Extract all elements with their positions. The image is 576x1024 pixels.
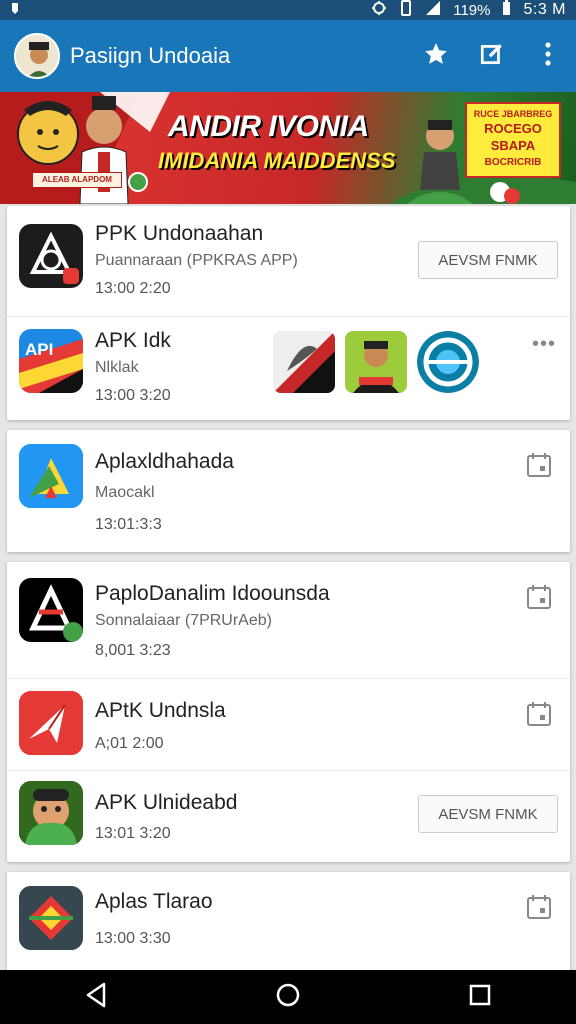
app-date: 13:00 3:30 [95, 930, 171, 947]
battery-icon [502, 0, 511, 20]
navigation-bar [0, 970, 576, 1024]
more-options-button[interactable] [520, 28, 576, 84]
install-button[interactable]: AEVSM FNMK [418, 795, 558, 833]
recents-button[interactable] [450, 977, 510, 1017]
list-item[interactable]: Aplaxldhahada Maocakl 13:01:3:3 [7, 430, 570, 552]
banner-badge-icon [128, 172, 148, 192]
app-subtitle: Nlklak [95, 359, 139, 376]
app-card: Aplas Tlarao 13:00 3:30 [7, 872, 570, 972]
app-card: PaploDanalim Idoounsda Sonnalaiaar (7PRU… [7, 562, 570, 862]
avatar[interactable] [14, 33, 60, 79]
app-icon [19, 578, 83, 642]
app-bar: Pasiign Undoaia [0, 20, 576, 92]
promo-banner[interactable]: ANDIR IVONIA IMIDANIA MAIDDENSS ALEAB AL… [0, 92, 576, 204]
page-title: Pasiign Undoaia [70, 43, 231, 68]
app-date: 8,001 3:23 [95, 642, 171, 659]
list-item[interactable]: APtK Undnsla A;01 2:00 [7, 678, 570, 770]
app-icon [19, 886, 83, 950]
back-button[interactable] [66, 977, 126, 1017]
calendar-icon [526, 585, 552, 614]
back-icon [84, 982, 108, 1013]
app-name: Aplaxldhahada [95, 450, 234, 473]
battery-level: 119% [453, 1, 491, 19]
notification-icon [10, 1, 20, 19]
list-item[interactable]: APK Ulnideabd 13:01 3:20 AEVSM FNMK [7, 770, 570, 862]
calendar-button[interactable] [526, 701, 552, 727]
banner-subline: IMIDANIA MAIDDENSS [158, 148, 396, 173]
screenshot-thumbnail[interactable] [345, 331, 407, 393]
calendar-icon [526, 702, 552, 731]
banner-tag: ALEAB ALAPDOM [32, 172, 122, 188]
star-icon [423, 41, 449, 72]
signal-icon [425, 0, 441, 20]
home-icon [275, 982, 301, 1013]
app-icon [19, 781, 83, 845]
calendar-icon [526, 895, 552, 924]
app-date: 13:00 3:20 [95, 387, 171, 404]
app-name: APK Idk [95, 329, 171, 352]
screenshot-thumbnail[interactable] [273, 331, 335, 393]
app-icon [19, 691, 83, 755]
app-icon: API [19, 329, 83, 393]
calendar-button[interactable] [526, 894, 552, 920]
list-item[interactable]: API APK Idk Nlklak 13:00 3:20 ••• [7, 316, 570, 420]
app-subtitle: Puannaraan (PPKRAS APP) [95, 252, 298, 269]
banner-promo-box: RUCE JBARBREG ROCEGO SBAPA BOCRICRIB [465, 102, 561, 178]
calendar-button[interactable] [526, 452, 552, 478]
app-name: APtK Undnsla [95, 699, 226, 722]
app-name: Aplas Tlarao [95, 890, 213, 913]
home-button[interactable] [258, 977, 318, 1017]
recents-icon [469, 984, 491, 1011]
promo-line-3: SBAPA [490, 138, 536, 153]
app-date: 13:00 2:20 [95, 280, 171, 297]
app-name: APK Ulnideabd [95, 791, 238, 814]
status-bar: 119% 5:3 M [0, 0, 576, 20]
svg-text:API: API [25, 340, 53, 359]
location-icon [371, 0, 387, 20]
promo-line-1: RUCE JBARBREG [473, 109, 553, 119]
list-item[interactable]: PaploDanalim Idoounsda Sonnalaiaar (7PRU… [7, 562, 570, 678]
more-vert-icon [544, 41, 552, 72]
app-name: PPK Undonaahan [95, 222, 264, 245]
promo-line-2: ROCEGO [484, 121, 542, 136]
calendar-button[interactable] [526, 584, 552, 610]
promo-line-4: BOCRICRIB [484, 157, 542, 168]
app-name: PaploDanalim Idoounsda [95, 582, 330, 605]
app-date: 13:01 3:20 [95, 825, 171, 842]
screenshot-thumbnail[interactable] [417, 331, 479, 393]
star-button[interactable] [408, 28, 464, 84]
app-date: A;01 2:00 [95, 735, 164, 752]
banner-headline: ANDIR IVONIA [168, 110, 369, 143]
edit-icon [479, 41, 505, 72]
vibrate-icon [399, 0, 413, 20]
list-item[interactable]: Aplas Tlarao 13:00 3:30 [7, 872, 570, 972]
app-subtitle: Sonnalaiaar (7PRUrAeb) [95, 612, 272, 629]
app-icon [19, 224, 83, 288]
app-card: PPK Undonaahan Puannaraan (PPKRAS APP) 1… [7, 206, 570, 420]
more-button[interactable]: ••• [532, 333, 556, 356]
app-card: Aplaxldhahada Maocakl 13:01:3:3 [7, 430, 570, 552]
app-subtitle: Maocakl [95, 484, 155, 501]
list-item[interactable]: PPK Undonaahan Puannaraan (PPKRAS APP) 1… [7, 206, 570, 316]
status-time: 5:3 M [523, 1, 566, 18]
edit-button[interactable] [464, 28, 520, 84]
app-icon [19, 444, 83, 508]
app-date: 13:01:3:3 [95, 516, 162, 533]
install-button[interactable]: AEVSM FNMK [418, 241, 558, 279]
calendar-icon [526, 453, 552, 482]
